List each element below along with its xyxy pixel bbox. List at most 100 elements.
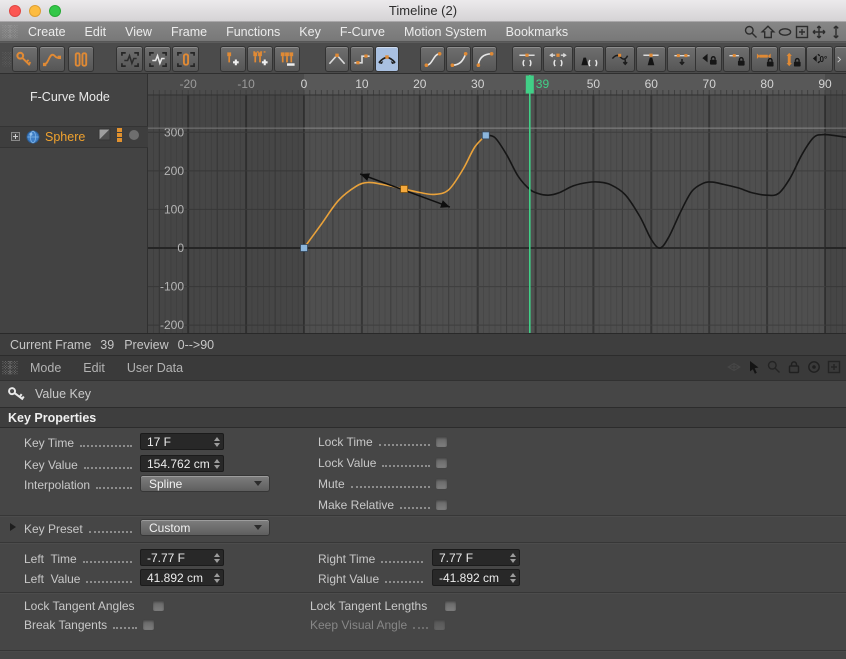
weight-keys-button[interactable] <box>636 46 666 72</box>
menu-item-create[interactable]: Create <box>28 25 66 39</box>
lock-time-checkbox[interactable] <box>435 436 448 448</box>
lock-tangent-lengths-checkbox[interactable] <box>444 600 458 612</box>
keyframe[interactable] <box>400 185 409 193</box>
target-icon[interactable] <box>805 358 822 376</box>
separator <box>0 650 846 652</box>
tangent-linear-button[interactable] <box>325 46 349 72</box>
keyframe[interactable] <box>300 244 308 252</box>
clips-tool-button[interactable] <box>68 46 94 72</box>
frame-all-button[interactable] <box>116 46 143 72</box>
break-tangents-checkbox[interactable] <box>142 619 155 631</box>
move-icon[interactable] <box>811 23 827 40</box>
key-properties-header[interactable]: Key Properties <box>0 407 846 428</box>
drag-grip-icon[interactable] <box>2 51 11 66</box>
drag-grip-icon[interactable] <box>2 361 18 375</box>
menu-item-edit[interactable]: Edit <box>85 25 107 39</box>
attribute-menu-items: Mode Edit User Data <box>30 361 183 375</box>
lock-time-axis-button[interactable] <box>751 46 778 72</box>
keep-visual-angle-row: Keep Visual Angle <box>310 617 446 632</box>
add-keys-button[interactable] <box>247 46 273 72</box>
right-value-field[interactable]: -41.892 cm <box>432 569 520 586</box>
menu-item-key[interactable]: Key <box>299 25 321 39</box>
lock-tangent-button[interactable] <box>723 46 750 72</box>
cursor-icon[interactable] <box>745 358 762 376</box>
overflow-button[interactable] <box>834 46 846 72</box>
magnify-icon[interactable] <box>765 358 782 376</box>
right-time-field[interactable]: 7.77 F <box>432 549 520 566</box>
attribute-menubar: Mode Edit User Data <box>0 356 846 381</box>
key-value-field[interactable]: 154.762 cm <box>140 455 224 472</box>
keyframe[interactable] <box>481 131 490 140</box>
lock-auto-button[interactable] <box>695 46 722 72</box>
object-row[interactable]: Sphere <box>0 126 148 148</box>
flat-tangent-button[interactable] <box>512 46 542 72</box>
drag-grip-icon[interactable] <box>2 25 18 39</box>
left-value-stepper[interactable] <box>214 572 220 583</box>
key-time-stepper[interactable] <box>214 436 220 447</box>
menu-item-user-data[interactable]: User Data <box>127 361 183 375</box>
lock-tangent-angles-checkbox[interactable] <box>151 600 165 612</box>
lock-value-checkbox[interactable] <box>435 457 448 469</box>
make-relative-checkbox[interactable] <box>435 499 448 511</box>
tangent-spline-button[interactable] <box>375 46 399 72</box>
ease-ease-button[interactable] <box>420 46 445 72</box>
right-value-stepper[interactable] <box>510 572 516 583</box>
left-time-label: Left Time <box>24 552 77 566</box>
add-panel-icon[interactable] <box>825 358 842 376</box>
current-frame-ruler-label: 39 <box>536 77 550 91</box>
playhead-marker[interactable] <box>525 75 534 94</box>
clamp-tangent-button[interactable] <box>574 46 604 72</box>
expand-icon[interactable] <box>11 128 20 146</box>
interpolation-dropdown[interactable]: Spline <box>140 475 270 492</box>
titlebar[interactable]: Timeline (2) <box>0 0 846 22</box>
add-key-button[interactable] <box>220 46 246 72</box>
menu-item-edit[interactable]: Edit <box>83 361 105 375</box>
animation-dots-icon[interactable] <box>116 127 123 148</box>
menubar: Create Edit View Frame Functions Key F-C… <box>0 22 846 42</box>
auto-tangent-button[interactable] <box>605 46 635 72</box>
add-panel-icon[interactable] <box>794 23 810 40</box>
solo-circle-icon[interactable] <box>128 128 140 146</box>
frame-selected-button[interactable] <box>144 46 171 72</box>
key-time-field[interactable]: 17 F <box>140 433 224 450</box>
home-icon[interactable] <box>760 23 776 40</box>
disclosure-triangle-icon[interactable] <box>10 523 16 531</box>
menu-item-frame[interactable]: Frame <box>171 25 207 39</box>
tangent-step-button[interactable] <box>350 46 374 72</box>
key-time-label: Key Time <box>24 436 75 450</box>
ease-in-button[interactable] <box>446 46 471 72</box>
magnify-icon[interactable] <box>743 23 759 40</box>
menu-item-motion-system[interactable]: Motion System <box>404 25 487 39</box>
lock-value-axis-button[interactable] <box>779 46 806 72</box>
fcurve-tool-button[interactable] <box>39 46 65 72</box>
menu-item-mode[interactable]: Mode <box>30 361 61 375</box>
weighted-tangent-button[interactable] <box>543 46 573 72</box>
key-value-stepper[interactable] <box>214 458 220 469</box>
delete-keys-button[interactable] <box>274 46 300 72</box>
layer-icon[interactable] <box>98 128 111 146</box>
menu-item-bookmarks[interactable]: Bookmarks <box>506 25 569 39</box>
key-preset-dropdown[interactable]: Custom <box>140 519 270 536</box>
reduce-keys-button[interactable] <box>667 46 697 72</box>
fcurve-canvas[interactable]: 3002001000-100-200-20-100102030506070809… <box>148 74 846 333</box>
frame-region-button[interactable] <box>172 46 199 72</box>
ellipse-icon[interactable] <box>777 23 793 40</box>
menu-item-fcurve[interactable]: F-Curve <box>340 25 385 39</box>
menu-item-functions[interactable]: Functions <box>226 25 280 39</box>
scale-icon[interactable] <box>828 23 844 40</box>
left-time-field[interactable]: -7.77 F <box>140 549 224 566</box>
key-tool-button[interactable] <box>12 46 38 72</box>
ruler-label: 90 <box>818 77 832 91</box>
window-title: Timeline (2) <box>388 3 458 18</box>
ease-out-button[interactable] <box>472 46 497 72</box>
object-name[interactable]: Sphere <box>45 130 85 144</box>
svg-text:0°: 0° <box>819 54 827 63</box>
lock-icon[interactable] <box>785 358 802 376</box>
left-time-stepper[interactable] <box>214 552 220 563</box>
zero-angle-button[interactable]: 0° <box>806 46 833 72</box>
right-time-stepper[interactable] <box>510 552 516 563</box>
mute-checkbox[interactable] <box>435 478 448 490</box>
left-value-field[interactable]: 41.892 cm <box>140 569 224 586</box>
menu-item-view[interactable]: View <box>125 25 152 39</box>
ruler-label: 0 <box>301 77 308 91</box>
